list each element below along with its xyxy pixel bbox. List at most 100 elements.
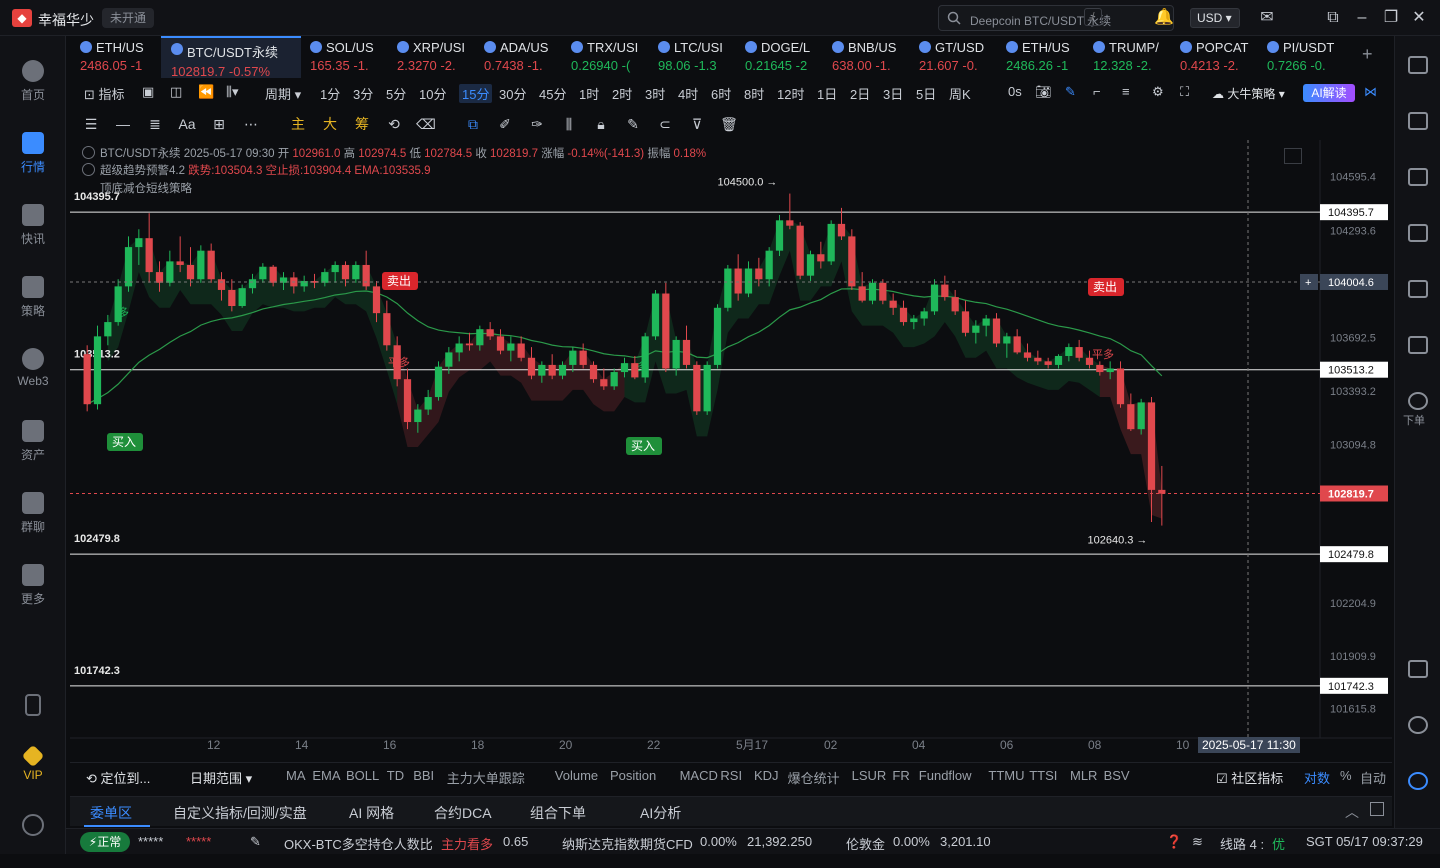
timeframe-option[interactable]: 45分 — [539, 84, 566, 103]
highlighter-icon[interactable]: ✑ — [526, 113, 548, 135]
timeframe-option[interactable]: 5分 — [386, 84, 406, 103]
more-dots-icon[interactable]: ⋯ — [240, 113, 262, 135]
finance-icon[interactable] — [1408, 168, 1428, 186]
timeframe-option[interactable]: 1日 — [817, 84, 837, 103]
indicator-option[interactable]: BOLL — [346, 768, 379, 783]
help-icon[interactable]: ❓ — [1166, 834, 1182, 850]
collapse-indicator-icon[interactable] — [82, 163, 95, 176]
sidebar-item-settings[interactable] — [0, 806, 66, 868]
indicator-option[interactable]: MLR — [1070, 768, 1097, 783]
price-chart[interactable]: 104595.4 104293.6 103692.5 103393.2 103094.8… — [70, 140, 1392, 758]
sidebar-item-strategy[interactable]: 策略 — [0, 268, 66, 330]
chip-tool[interactable]: 筹 — [351, 113, 373, 135]
popout-window-icon[interactable]: ⧉ — [1323, 8, 1343, 28]
ticker-tab[interactable]: POPCAT 0.4213 -2. — [1170, 36, 1257, 78]
timeframe-option[interactable]: 6时 — [711, 84, 731, 103]
search-input[interactable]: Deepcoin BTC/USDT 永续 — [938, 5, 1174, 31]
timeframe-option[interactable]: 1分 — [320, 84, 340, 103]
candle-tool-icon[interactable]: ⫼ — [558, 113, 580, 135]
indicator-option[interactable]: 爆仓统计 — [788, 768, 840, 787]
expand-chart-icon[interactable] — [1284, 148, 1302, 164]
indicator-option[interactable]: LSUR — [852, 768, 887, 783]
mail-icon[interactable]: ✉ — [1257, 8, 1277, 28]
pen-icon[interactable]: ✎ — [1065, 84, 1076, 100]
ai-interpret-button[interactable]: AI解读 — [1303, 84, 1355, 102]
indicator-option[interactable]: EMA — [312, 768, 340, 783]
collapse-info-icon[interactable] — [82, 146, 95, 159]
watchlist-icon[interactable] — [1408, 56, 1428, 74]
indicator-option[interactable]: BBI — [413, 768, 434, 783]
rewind-icon[interactable]: ⏪ — [198, 84, 214, 100]
ruler-icon[interactable]: ⊞ — [208, 113, 230, 135]
close-icon[interactable]: ✕ — [1409, 8, 1429, 28]
timeframe-option[interactable]: 4时 — [678, 84, 698, 103]
copy-icon[interactable]: ⧉ — [462, 113, 484, 135]
percent-scale-toggle[interactable]: % — [1340, 768, 1352, 783]
ticker-tab[interactable]: BNB/US 638.00 -1. — [822, 36, 909, 78]
bull-strategy-button[interactable]: ☁ 大牛策略 ▾ — [1212, 85, 1285, 102]
calendar-icon[interactable]: ▣ — [142, 84, 154, 100]
ticker-tab[interactable]: TRX/USI 0.26940 -( — [561, 36, 648, 78]
ticker-tab[interactable]: ETH/US 2486.26 -1 — [996, 36, 1083, 78]
minimize-icon[interactable]: – — [1352, 8, 1372, 28]
main-chart-tool[interactable]: 主 — [287, 113, 309, 135]
timeframe-option[interactable]: 3日 — [883, 84, 903, 103]
indicator-button[interactable]: ⊡ 指标 — [84, 84, 125, 103]
timeframe-option[interactable]: 2时 — [612, 84, 632, 103]
timeframe-option[interactable]: 15分 — [459, 84, 493, 103]
assistant-avatar-icon[interactable] — [1408, 772, 1428, 790]
multi-line-icon[interactable]: ≣ — [144, 113, 166, 135]
timeframe-option[interactable]: 8时 — [744, 84, 764, 103]
collapse-panel-icon[interactable]: ︿ — [1345, 802, 1359, 822]
timeframe-option[interactable]: 12时 — [777, 84, 804, 103]
indicator-option[interactable]: Fundflow — [919, 768, 972, 783]
trash-icon[interactable]: 🗑︎ — [718, 113, 740, 135]
timeframe-option[interactable]: 30分 — [499, 84, 526, 103]
sidebar-item-assets[interactable]: 资产 — [0, 412, 66, 474]
order-tab[interactable]: 合约DCA — [434, 803, 492, 823]
network-line-label[interactable]: 线路 4 : — [1220, 834, 1264, 853]
date-range-select[interactable]: 日期范围 ▾ — [190, 768, 252, 787]
fullscreen-icon[interactable]: ⛶ — [1180, 84, 1189, 100]
ticker-tab[interactable]: LTC/USI 98.06 -1.3 — [648, 36, 735, 78]
document-icon[interactable] — [1408, 112, 1428, 130]
indicator-option[interactable]: TTMU — [988, 768, 1024, 783]
card-icon[interactable] — [1408, 336, 1428, 354]
currency-select[interactable]: USD ▾ — [1190, 8, 1240, 28]
horizontal-line-icon[interactable]: — — [112, 113, 134, 135]
big-tool[interactable]: 大 — [319, 113, 341, 135]
sidebar-item-chat[interactable]: 群聊 — [0, 484, 66, 546]
brush-icon[interactable]: ✐ — [494, 113, 516, 135]
share-icon[interactable]: ⋈ — [1364, 84, 1377, 100]
ticker-tab[interactable]: BTC/USDT永续 102819.7 -0.57% — [161, 36, 301, 78]
ticker-tab[interactable]: ADA/US 0.7438 -1. — [474, 36, 561, 78]
ticker-tab[interactable]: DOGE/L 0.21645 -2 — [735, 36, 822, 78]
indicator-option[interactable]: MA — [286, 768, 306, 783]
order-tab[interactable]: 组合下单 — [530, 803, 586, 823]
menu-icon[interactable]: ☰ — [80, 113, 102, 135]
edit-icon[interactable]: ✎ — [250, 834, 261, 850]
log-scale-toggle[interactable]: 对数 — [1304, 768, 1330, 787]
timeframe-option[interactable]: 3时 — [645, 84, 665, 103]
restore-window-icon[interactable]: ❐ — [1381, 8, 1401, 28]
locate-button[interactable]: ⟲ 定位到... — [86, 768, 150, 787]
indicator-option[interactable]: MACD — [680, 768, 718, 783]
ticker-tab[interactable]: SOL/US 165.35 -1. — [300, 36, 387, 78]
list-icon[interactable]: ≡ — [1122, 84, 1130, 99]
ticker-tab[interactable]: PI/USDT 0.7266 -0. — [1257, 36, 1344, 78]
magnet-icon[interactable]: ⊂ — [654, 113, 676, 135]
bell-icon[interactable]: 🔔 — [1154, 8, 1174, 28]
timeframe-option[interactable]: 10分 — [419, 84, 446, 103]
sidebar-item-phone[interactable] — [0, 686, 66, 748]
indicator-option[interactable]: FR — [892, 768, 909, 783]
settings-gear-icon[interactable]: ⚙ — [1152, 84, 1164, 100]
timeframe-option[interactable]: 2日 — [850, 84, 870, 103]
replay-icon[interactable]: ⟲ — [383, 113, 405, 135]
font-tool[interactable]: Aa — [176, 113, 198, 135]
lock-icon[interactable]: 🔒︎ — [590, 113, 612, 135]
edit-icon[interactable]: ✎ — [622, 113, 644, 135]
sidebar-item-home[interactable]: 首页 — [0, 52, 66, 114]
note-icon[interactable]: ⌐ — [1093, 84, 1101, 99]
order-tab[interactable]: 委单区 — [90, 803, 132, 823]
indicator-option[interactable]: Position — [610, 768, 656, 783]
